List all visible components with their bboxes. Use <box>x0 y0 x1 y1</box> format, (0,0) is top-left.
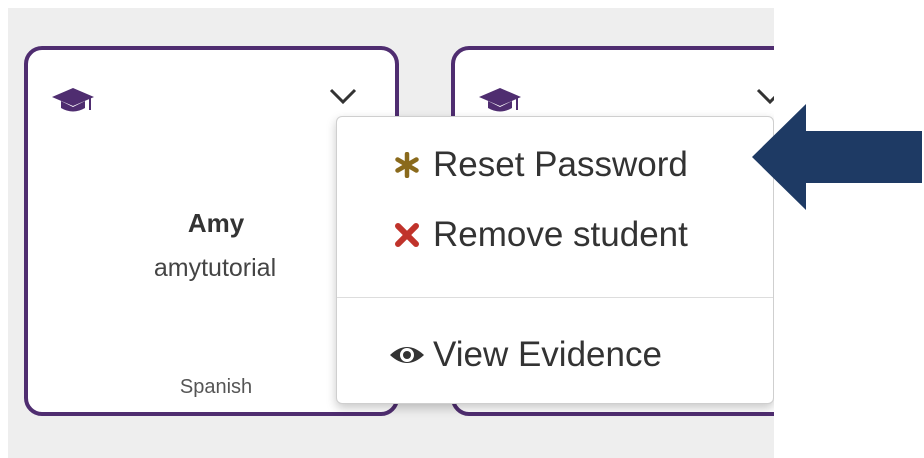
student-list-panel: Amy amytutorial Spanish Reset Password R… <box>8 8 774 458</box>
asterisk-icon <box>387 152 427 178</box>
view-evidence-item[interactable]: View Evidence <box>387 331 662 379</box>
chevron-down-icon[interactable] <box>328 86 358 106</box>
reset-password-label: Reset Password <box>433 145 688 184</box>
student-actions-menu: Reset Password Remove student View Evide… <box>336 116 774 404</box>
remove-student-label: Remove student <box>433 215 688 254</box>
student-username: amytutorial <box>153 254 277 282</box>
student-name: Amy <box>187 208 245 238</box>
menu-divider <box>337 297 773 298</box>
annotation-arrow-icon <box>752 104 922 210</box>
remove-student-item[interactable]: Remove student <box>387 211 688 259</box>
student-course: Spanish <box>179 376 253 398</box>
x-icon <box>387 222 427 248</box>
graduation-cap-icon <box>52 88 94 112</box>
view-evidence-label: View Evidence <box>433 335 662 374</box>
eye-icon <box>387 343 427 367</box>
graduation-cap-icon <box>479 88 521 112</box>
reset-password-item[interactable]: Reset Password <box>387 141 688 189</box>
